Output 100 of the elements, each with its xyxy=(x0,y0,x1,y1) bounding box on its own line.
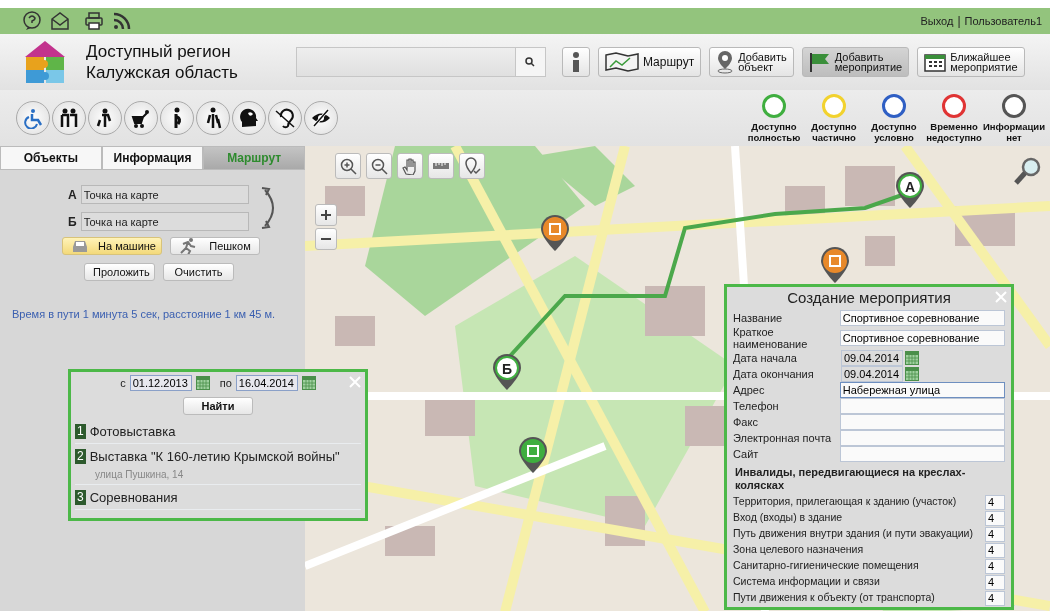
mental-filter-button[interactable] xyxy=(232,101,266,135)
date-label: с xyxy=(120,376,126,391)
measure-button[interactable] xyxy=(428,153,454,179)
calendar-icon xyxy=(905,351,919,365)
vision-filter-button[interactable] xyxy=(304,101,338,135)
field-label: Адрес xyxy=(733,384,766,396)
search-button[interactable] xyxy=(515,48,545,76)
point-field[interactable]: Точка на карте xyxy=(80,212,249,231)
add-event-button[interactable]: Добавить мероприятие xyxy=(801,47,910,77)
site-title: Доступный регион xyxy=(86,41,232,62)
rating-field[interactable]: 4 xyxy=(985,574,1005,590)
route-action-button[interactable]: Очистить xyxy=(163,263,234,281)
sidebar-tab[interactable]: Объекты xyxy=(0,146,102,170)
zoom-out-icon xyxy=(370,157,388,175)
field-label: Факс xyxy=(733,416,759,428)
plus-icon xyxy=(319,208,333,222)
route-action-button[interactable]: Проложить xyxy=(84,263,155,281)
text-field[interactable] xyxy=(839,430,1005,446)
result-title[interactable]: Фотовыставка xyxy=(89,421,176,441)
photo-pin[interactable] xyxy=(820,246,850,284)
field-label: Сайт xyxy=(733,448,760,460)
map-pin[interactable]: А xyxy=(895,171,925,209)
event-pin[interactable] xyxy=(518,436,548,474)
date-field[interactable]: 01.12.2013 xyxy=(129,375,192,392)
rating-label: Пути движения к объекту (от транспорта) xyxy=(733,590,935,606)
building xyxy=(845,166,895,206)
zoom-out-button[interactable] xyxy=(366,153,392,179)
field-label: Краткое наименование xyxy=(733,326,809,350)
deaf-filter-button[interactable] xyxy=(268,101,302,135)
car-icon xyxy=(71,238,89,254)
field-label: Название xyxy=(733,312,784,324)
museum-pin[interactable] xyxy=(540,214,570,252)
info-button[interactable] xyxy=(562,47,590,77)
result-title[interactable]: Выставка "К 160-летию Крымской войны" xyxy=(89,447,340,467)
form-title: Создание мероприятия xyxy=(786,288,952,308)
rating-field[interactable]: 4 xyxy=(985,510,1005,526)
text-field[interactable] xyxy=(839,446,1005,462)
legend-label: Информации нет xyxy=(983,120,1045,143)
pin-icon xyxy=(716,50,735,74)
field-label: Дата начала xyxy=(733,352,798,364)
logout-link[interactable]: Выход xyxy=(920,12,954,30)
running-person-icon xyxy=(179,238,197,254)
pan-button[interactable] xyxy=(397,153,423,179)
close-icon xyxy=(349,376,361,388)
date-field[interactable]: 09.04.2014 xyxy=(841,350,903,366)
walk-mode-button[interactable]: Пешком xyxy=(170,237,260,255)
rating-field[interactable]: 4 xyxy=(985,526,1005,542)
wheelchair-filter-button[interactable] xyxy=(16,101,50,135)
legend-label: Временно недоступно xyxy=(926,120,982,143)
elderly-filter-button[interactable] xyxy=(52,101,86,135)
user-link[interactable]: Пользователь1 xyxy=(964,12,1042,30)
site-title: Калужская область xyxy=(86,62,238,83)
text-field[interactable]: Спортивное соревнование xyxy=(839,310,1005,326)
children-filter-button[interactable] xyxy=(88,101,122,135)
building xyxy=(645,286,705,336)
text-field[interactable] xyxy=(839,398,1005,414)
field-label: Электронная почта xyxy=(733,432,833,444)
field-label: Дата окончания xyxy=(733,368,815,380)
point-field[interactable]: Точка на карте xyxy=(80,185,249,204)
result-number: 3 xyxy=(75,489,86,505)
mail-icon xyxy=(50,11,70,31)
calendar-icon xyxy=(905,367,919,381)
map-pin[interactable]: Б xyxy=(492,353,522,391)
rating-field[interactable]: 4 xyxy=(985,542,1005,558)
close-icon xyxy=(995,291,1007,303)
text-field[interactable] xyxy=(839,414,1005,430)
result-title[interactable]: Соревнования xyxy=(89,487,178,507)
sidebar-tab[interactable]: Информация xyxy=(101,146,204,170)
date-field[interactable]: 09.04.2014 xyxy=(841,366,903,382)
point-button[interactable] xyxy=(459,153,485,179)
result-address: улица Пушкина, 14 xyxy=(94,467,185,482)
search-field[interactable] xyxy=(296,47,546,77)
rating-field[interactable]: 4 xyxy=(985,494,1005,510)
route-button[interactable]: Маршрут xyxy=(598,47,702,77)
add-object-button[interactable]: Добавить объект xyxy=(709,47,794,77)
zoom-out-button[interactable] xyxy=(315,228,337,250)
zoom-in-button[interactable] xyxy=(315,204,337,226)
help-icon xyxy=(22,11,42,31)
text-field[interactable]: Набережная улица xyxy=(839,382,1005,398)
point-letter: А xyxy=(68,186,77,204)
blind-filter-button[interactable] xyxy=(196,101,230,135)
date-field[interactable]: 16.04.2014 xyxy=(235,375,298,392)
rating-field[interactable]: 4 xyxy=(985,558,1005,574)
flag-icon xyxy=(808,52,831,72)
zoom-in-button[interactable] xyxy=(335,153,361,179)
legend-label: Доступно частично xyxy=(811,120,857,143)
rating-label: Вход (входы) в здание xyxy=(733,510,843,526)
legend-label: Доступно условно xyxy=(871,120,917,143)
pregnant-woman-icon xyxy=(172,107,182,129)
pregnant-filter-button[interactable] xyxy=(160,101,194,135)
text-field[interactable]: Спортивное соревнование xyxy=(839,330,1005,346)
point-letter: Б xyxy=(68,213,77,231)
nearest-button[interactable]: Ближайшее мероприятие xyxy=(917,47,1025,77)
search-button[interactable]: Найти xyxy=(183,396,253,415)
car-mode-button[interactable]: На машине xyxy=(62,237,162,255)
head-icon xyxy=(238,107,260,129)
link-separator: | xyxy=(957,13,961,30)
stroller-filter-button[interactable] xyxy=(124,101,158,135)
rating-field[interactable]: 4 xyxy=(985,590,1005,606)
rating-label: Территория, прилегающая к зданию (участок) xyxy=(733,494,957,510)
